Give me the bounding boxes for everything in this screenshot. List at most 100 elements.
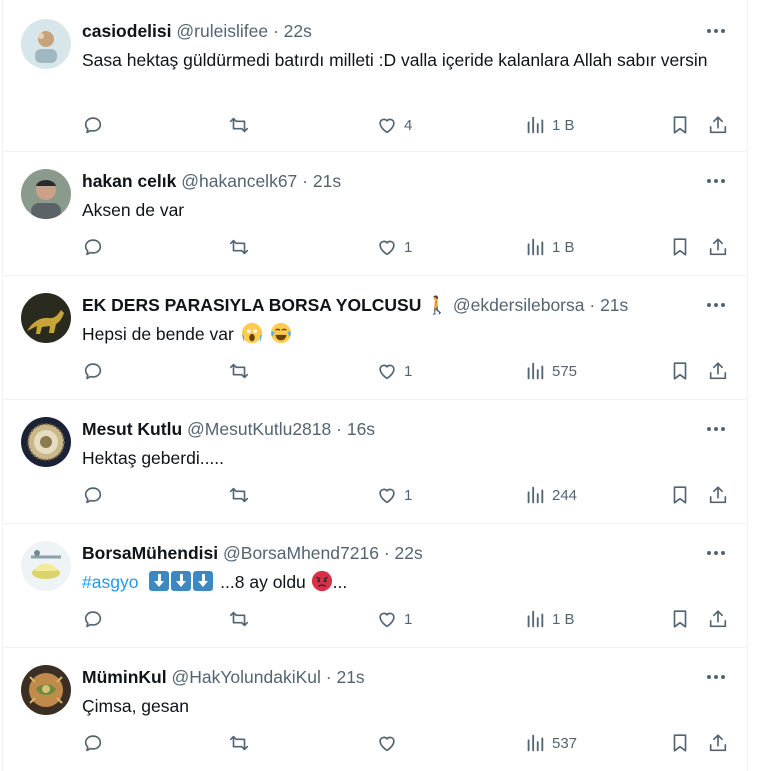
reply-button[interactable] bbox=[82, 730, 110, 756]
like-button[interactable] bbox=[376, 730, 404, 756]
share-button[interactable] bbox=[707, 606, 729, 632]
tweet-text: Sasa hektaş güldürmedi batırdı milleti :… bbox=[82, 50, 708, 70]
username[interactable]: @ruleislifee bbox=[176, 21, 268, 41]
separator-dot: · bbox=[302, 171, 308, 191]
views-button[interactable]: 1 B bbox=[524, 606, 575, 632]
like-count: 1 bbox=[404, 486, 413, 504]
tweet-actions: 1 575 bbox=[82, 358, 742, 384]
face-screaming-emoji bbox=[241, 322, 262, 344]
share-button[interactable] bbox=[707, 112, 729, 138]
username[interactable]: @HakYolundakiKul bbox=[171, 667, 320, 687]
avatar[interactable] bbox=[21, 665, 71, 715]
reply-button[interactable] bbox=[82, 606, 110, 632]
reply-button[interactable] bbox=[82, 482, 110, 508]
views-button[interactable]: 575 bbox=[524, 358, 577, 384]
like-button[interactable]: 4 bbox=[376, 112, 412, 138]
timestamp[interactable]: 22s bbox=[395, 543, 423, 563]
avatar[interactable] bbox=[21, 417, 71, 467]
share-icon bbox=[709, 486, 727, 504]
tweet-actions: 4 1 B bbox=[82, 112, 742, 138]
share-button[interactable] bbox=[707, 234, 729, 260]
tweet-header: casiodelisi @ruleislifee · 22s bbox=[82, 20, 687, 42]
username[interactable]: @MesutKutlu2818 bbox=[187, 419, 331, 439]
tweet-text: Hepsi de bende var bbox=[82, 322, 717, 347]
avatar[interactable] bbox=[21, 293, 71, 343]
reply-button[interactable] bbox=[82, 358, 110, 384]
tweet[interactable]: casiodelisi @ruleislifee · 22s Sasa hekt… bbox=[3, 2, 747, 152]
display-name[interactable]: casiodelisi bbox=[82, 21, 172, 41]
more-options-icon[interactable] bbox=[705, 666, 727, 688]
timestamp[interactable]: 21s bbox=[336, 667, 364, 687]
avatar[interactable] bbox=[21, 541, 71, 591]
hashtag-link[interactable]: #asgyo bbox=[82, 572, 138, 592]
like-button[interactable]: 1 bbox=[376, 358, 412, 384]
share-button[interactable] bbox=[707, 358, 729, 384]
like-count: 1 bbox=[404, 610, 413, 628]
views-button[interactable]: 1 B bbox=[524, 234, 575, 260]
separator-dot: · bbox=[336, 419, 342, 439]
heart-icon bbox=[379, 736, 395, 752]
walking-person-emoji: 🚶 bbox=[426, 295, 449, 315]
timestamp[interactable]: 22s bbox=[284, 21, 312, 41]
username[interactable]: @ekdersileborsa bbox=[453, 295, 585, 315]
separator-dot: · bbox=[272, 21, 279, 41]
display-name[interactable]: MüminKul bbox=[82, 667, 167, 687]
avatar[interactable] bbox=[21, 19, 71, 69]
views-button[interactable]: 537 bbox=[524, 730, 577, 756]
share-icon bbox=[709, 116, 727, 134]
views-button[interactable]: 1 B bbox=[524, 112, 575, 138]
more-options-icon[interactable] bbox=[705, 542, 727, 564]
bookmark-button[interactable] bbox=[669, 112, 691, 138]
reply-button[interactable] bbox=[82, 234, 110, 260]
timestamp[interactable]: 16s bbox=[347, 419, 375, 439]
more-options-icon[interactable] bbox=[705, 294, 727, 316]
timestamp[interactable]: 21s bbox=[313, 171, 341, 191]
retweet-button[interactable] bbox=[228, 606, 256, 632]
tweet-header: EK DERS PARASIYLA BORSA YOLCUSU 🚶 @ekder… bbox=[82, 294, 687, 316]
more-options-icon[interactable] bbox=[705, 20, 727, 42]
share-button[interactable] bbox=[707, 482, 729, 508]
tweet[interactable]: Mesut Kutlu @MesutKutlu2818 · 16s Hektaş… bbox=[3, 400, 747, 524]
username[interactable]: @BorsaMhend7216 bbox=[223, 543, 379, 563]
share-icon bbox=[709, 610, 727, 628]
like-count: 1 bbox=[404, 238, 413, 256]
retweet-button[interactable] bbox=[228, 112, 256, 138]
avatar[interactable] bbox=[21, 169, 71, 219]
tweet[interactable]: BorsaMühendisi @BorsaMhend7216 · 22s #as… bbox=[3, 524, 747, 648]
bookmark-button[interactable] bbox=[669, 606, 691, 632]
tweet-text-body: Hepsi de bende var bbox=[82, 324, 234, 344]
like-button[interactable]: 1 bbox=[376, 482, 412, 508]
retweet-button[interactable] bbox=[228, 482, 256, 508]
reply-icon bbox=[84, 611, 102, 628]
like-count: 1 bbox=[404, 362, 413, 380]
bookmark-button[interactable] bbox=[669, 358, 691, 384]
view-count: 575 bbox=[552, 362, 578, 380]
bookmark-button[interactable] bbox=[669, 482, 691, 508]
retweet-button[interactable] bbox=[228, 358, 256, 384]
reply-button[interactable] bbox=[82, 112, 110, 138]
tweet[interactable]: MüminKul @HakYolundakiKul · 21s Çimsa, g… bbox=[3, 648, 747, 771]
retweet-button[interactable] bbox=[228, 730, 256, 756]
display-name[interactable]: EK DERS PARASIYLA BORSA YOLCUSU bbox=[82, 295, 421, 315]
username[interactable]: @hakancelk67 bbox=[181, 171, 297, 191]
face-with-tears-of-joy-emoji bbox=[270, 322, 291, 344]
share-button[interactable] bbox=[707, 730, 729, 756]
tweet[interactable]: hakan celık @hakancelk67 · 21s Aksen de … bbox=[3, 152, 747, 276]
more-options-icon[interactable] bbox=[705, 170, 727, 192]
heart-icon bbox=[379, 240, 395, 256]
retweet-button[interactable] bbox=[228, 234, 256, 260]
retweet-icon bbox=[229, 611, 249, 627]
bookmark-button[interactable] bbox=[669, 730, 691, 756]
timestamp[interactable]: 21s bbox=[600, 295, 628, 315]
like-button[interactable]: 1 bbox=[376, 234, 412, 260]
display-name[interactable]: Mesut Kutlu bbox=[82, 419, 182, 439]
reply-icon bbox=[84, 487, 102, 504]
tweet[interactable]: EK DERS PARASIYLA BORSA YOLCUSU 🚶 @ekder… bbox=[3, 276, 747, 400]
down-arrow-emoji bbox=[149, 571, 170, 591]
bookmark-button[interactable] bbox=[669, 234, 691, 260]
views-button[interactable]: 244 bbox=[524, 482, 577, 508]
display-name[interactable]: hakan celık bbox=[82, 171, 176, 191]
display-name[interactable]: BorsaMühendisi bbox=[82, 543, 218, 563]
more-options-icon[interactable] bbox=[705, 418, 727, 440]
like-button[interactable]: 1 bbox=[376, 606, 412, 632]
